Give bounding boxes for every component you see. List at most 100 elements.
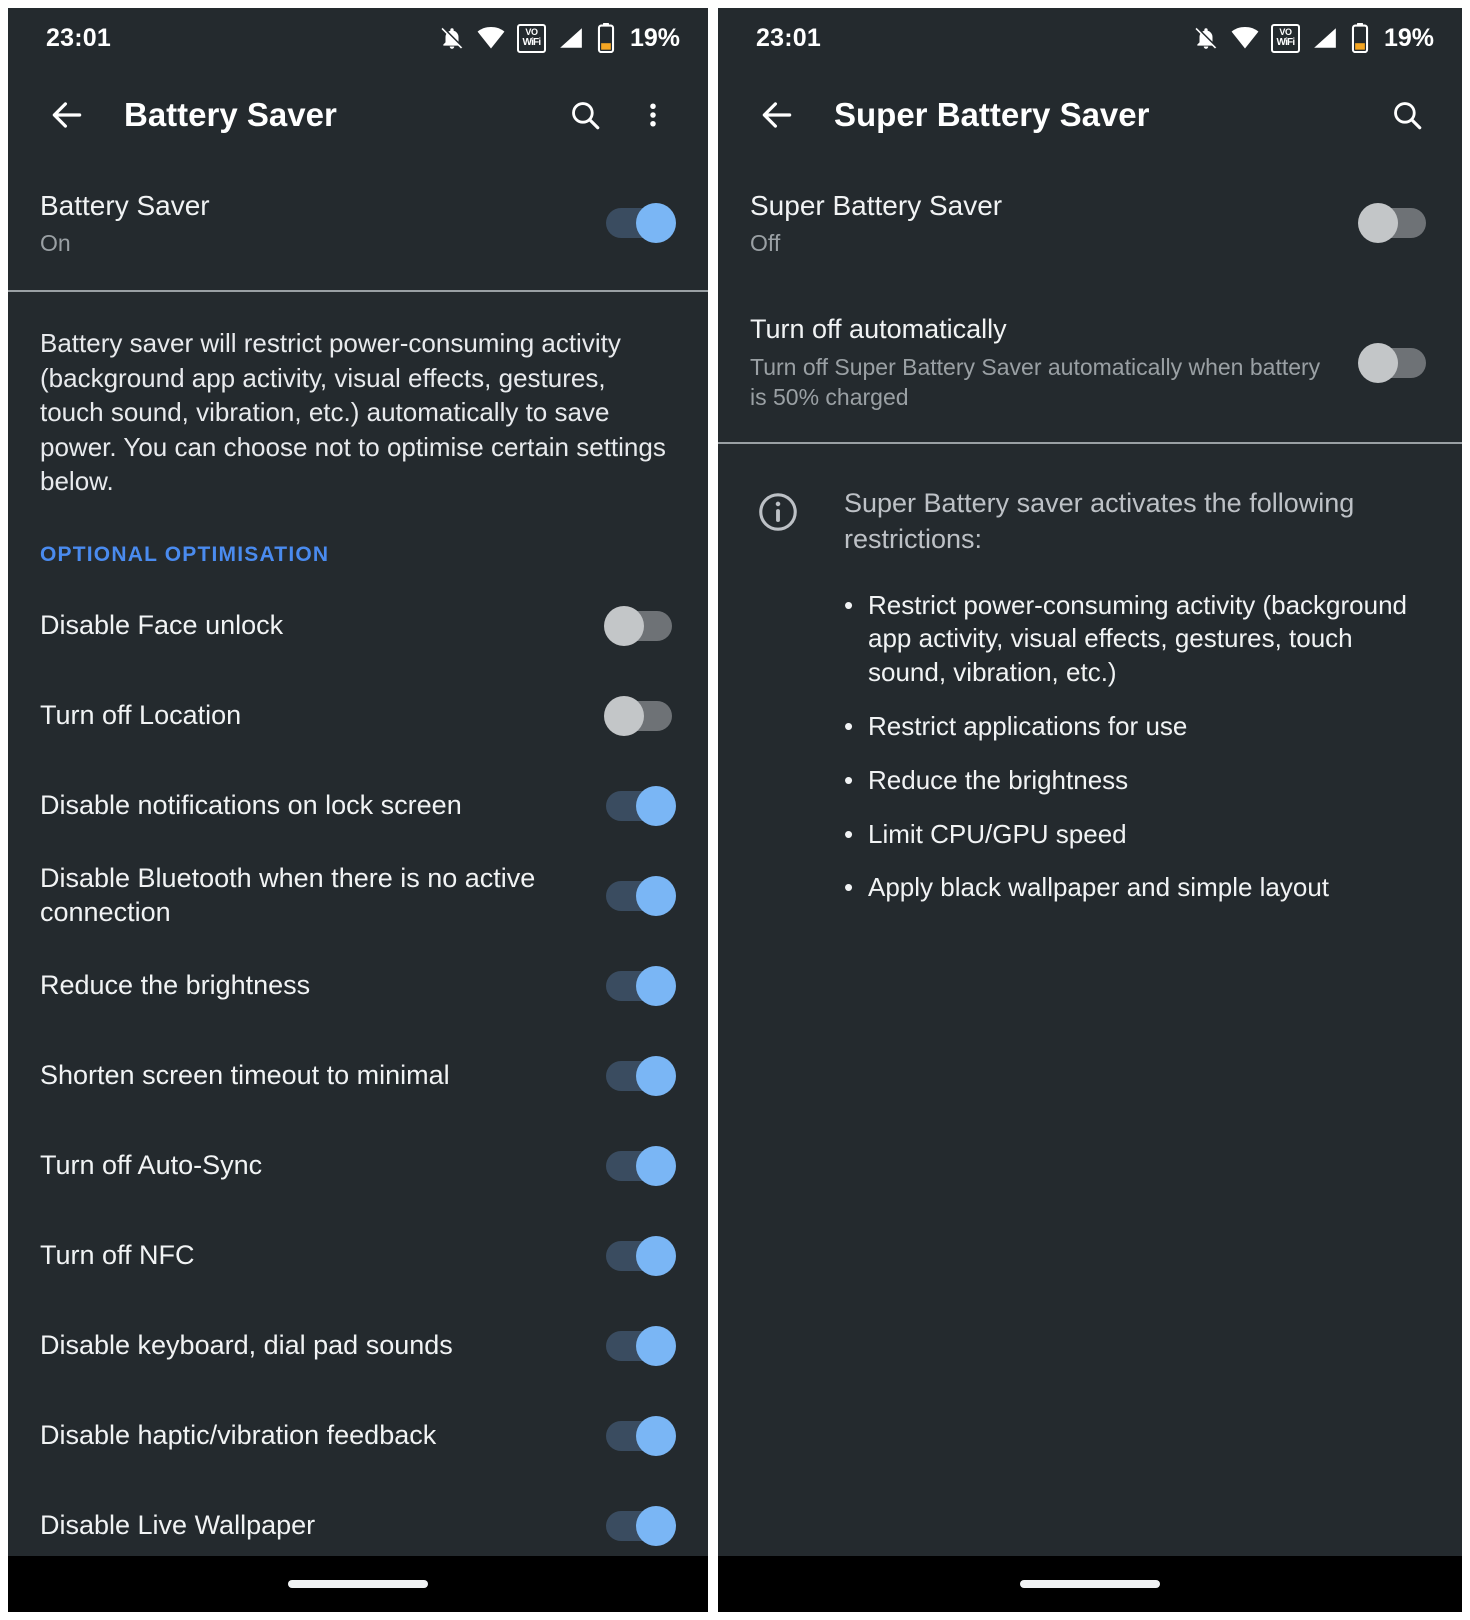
- list-item-toggle[interactable]: [604, 604, 678, 648]
- vowifi-top-label: VO: [1279, 27, 1292, 37]
- list-item-toggle[interactable]: [604, 1144, 678, 1188]
- bullet-item: • Reduce the brightness: [844, 764, 1432, 798]
- master-row-text: Battery Saver On: [40, 188, 604, 259]
- back-button[interactable]: [38, 86, 96, 144]
- list-item-toggle[interactable]: [604, 1054, 678, 1098]
- list-item-toggle[interactable]: [604, 1324, 678, 1368]
- list-item-toggle[interactable]: [604, 964, 678, 1008]
- signal-icon: [1312, 25, 1338, 51]
- bullet-label: Apply black wallpaper and simple layout: [868, 872, 1330, 903]
- list-item[interactable]: Disable notifications on lock screen: [8, 761, 708, 851]
- list-item[interactable]: Reduce the brightness: [8, 941, 708, 1031]
- master-row-title: Battery Saver: [40, 189, 210, 221]
- list-item-toggle[interactable]: [604, 694, 678, 738]
- toggle-thumb: [636, 203, 676, 244]
- toggle-thumb: [636, 1415, 676, 1456]
- list-item[interactable]: Disable haptic/vibration feedback: [8, 1391, 708, 1481]
- bullet-label: Restrict power-consuming activity (backg…: [868, 589, 1407, 688]
- battery-saver-toggle[interactable]: [604, 201, 678, 245]
- notifications-off-icon: [439, 25, 465, 51]
- status-time: 23:01: [756, 23, 821, 52]
- list-item-toggle[interactable]: [604, 784, 678, 828]
- screenshot-pair: 23:01 VO WiFi 19% Battery Saver Battery …: [0, 0, 1470, 1620]
- bullet-label: Limit CPU/GPU speed: [868, 818, 1127, 849]
- list-item[interactable]: Turn off Location: [8, 671, 708, 761]
- toggle-thumb: [636, 875, 676, 916]
- toggle-thumb: [636, 785, 676, 826]
- restrictions-body: Super Battery saver activates the follow…: [804, 486, 1432, 925]
- list-item-text: Turn off Auto-Sync: [40, 1149, 604, 1183]
- bullet-item: • Limit CPU/GPU speed: [844, 818, 1432, 852]
- toggle-thumb: [604, 605, 644, 646]
- wifi-icon: [1231, 25, 1259, 51]
- signal-icon: [558, 25, 584, 51]
- list-item[interactable]: Disable Bluetooth when there is no activ…: [8, 851, 708, 941]
- list-item-text: Disable keyboard, dial pad sounds: [40, 1329, 604, 1363]
- list-item[interactable]: Turn off Auto-Sync: [8, 1121, 708, 1211]
- list-item-text: Turn off Location: [40, 699, 604, 733]
- master-row-title: Super Battery Saver: [750, 190, 1003, 221]
- super-battery-saver-master-row[interactable]: Super Battery Saver Off: [718, 162, 1462, 291]
- list-item[interactable]: Disable keyboard, dial pad sounds: [8, 1301, 708, 1391]
- list-item-text: Disable Live Wallpaper: [40, 1509, 604, 1543]
- optional-optimisation-list: Disable Face unlock Turn off Location Di…: [8, 567, 708, 1556]
- app-bar-actions: [556, 86, 682, 144]
- toggle-thumb: [636, 1055, 676, 1096]
- search-icon[interactable]: [556, 86, 614, 144]
- status-icons: VO WiFi 19%: [439, 23, 680, 53]
- list-item[interactable]: Disable Live Wallpaper: [8, 1481, 708, 1556]
- super-battery-saver-toggle[interactable]: [1358, 201, 1432, 245]
- auto-off-subtitle: Turn off Super Battery Saver automatical…: [750, 353, 1321, 410]
- overflow-menu-icon[interactable]: [624, 86, 682, 144]
- bullet-marker: •: [844, 711, 854, 741]
- auto-off-text: Turn off automatically Turn off Super Ba…: [750, 313, 1358, 413]
- list-item[interactable]: Disable Face unlock: [8, 581, 708, 671]
- app-bar-right: Super Battery Saver: [718, 68, 1462, 162]
- vowifi-top-label: VO: [525, 27, 538, 37]
- restrictions-intro: Super Battery saver activates the follow…: [844, 488, 1355, 554]
- auto-off-title: Turn off automatically: [750, 313, 1007, 344]
- master-row-subtitle: On: [40, 229, 71, 256]
- battery-icon: [596, 23, 616, 53]
- battery-saver-master-row[interactable]: Battery Saver On: [8, 162, 708, 290]
- turn-off-automatically-toggle[interactable]: [1358, 341, 1432, 385]
- vowifi-icon: VO WiFi: [1270, 23, 1300, 53]
- list-item-label: Disable haptic/vibration feedback: [40, 1420, 437, 1451]
- toggle-thumb: [1358, 342, 1398, 383]
- bullet-item: • Restrict applications for use: [844, 710, 1432, 744]
- notifications-off-icon: [1193, 25, 1219, 51]
- list-item-label: Turn off NFC: [40, 1240, 195, 1271]
- list-item-toggle[interactable]: [604, 1234, 678, 1278]
- list-item-label: Turn off Location: [40, 700, 242, 731]
- master-row-text: Super Battery Saver Off: [750, 188, 1358, 259]
- app-bar-actions: [1378, 86, 1436, 144]
- list-item-toggle[interactable]: [604, 1504, 678, 1548]
- restrictions-info-block: Super Battery saver activates the follow…: [718, 444, 1462, 925]
- bullet-marker: •: [844, 764, 854, 795]
- right-scroll-content[interactable]: Super Battery saver activates the follow…: [718, 444, 1462, 1556]
- list-item-label: Disable Face unlock: [40, 610, 284, 641]
- list-item-label: Turn off Auto-Sync: [40, 1150, 263, 1181]
- search-icon[interactable]: [1378, 86, 1436, 144]
- list-item-toggle[interactable]: [604, 874, 678, 918]
- list-item-label: Shorten screen timeout to minimal: [40, 1060, 450, 1091]
- restrictions-bullets: • Restrict power-consuming activity (bac…: [844, 589, 1432, 906]
- turn-off-automatically-row[interactable]: Turn off automatically Turn off Super Ba…: [718, 291, 1462, 443]
- list-item[interactable]: Shorten screen timeout to minimal: [8, 1031, 708, 1121]
- status-bar-left: 23:01 VO WiFi 19%: [8, 8, 708, 68]
- status-icons: VO WiFi 19%: [1193, 23, 1434, 53]
- vowifi-bottom-label: WiFi: [522, 37, 542, 48]
- left-scroll-content[interactable]: Battery saver will restrict power-consum…: [8, 292, 708, 1556]
- wifi-icon: [477, 25, 505, 51]
- list-item-label: Disable keyboard, dial pad sounds: [40, 1330, 453, 1361]
- list-item[interactable]: Turn off NFC: [8, 1211, 708, 1301]
- back-button[interactable]: [748, 86, 806, 144]
- home-indicator[interactable]: [288, 1580, 428, 1588]
- status-time: 23:01: [46, 23, 111, 52]
- list-item-toggle[interactable]: [604, 1414, 678, 1458]
- bullet-marker: •: [844, 872, 854, 903]
- list-item-text: Disable notifications on lock screen: [40, 789, 604, 823]
- toggle-thumb: [636, 1325, 676, 1366]
- battery-icon: [1350, 23, 1370, 53]
- home-indicator[interactable]: [1020, 1580, 1160, 1588]
